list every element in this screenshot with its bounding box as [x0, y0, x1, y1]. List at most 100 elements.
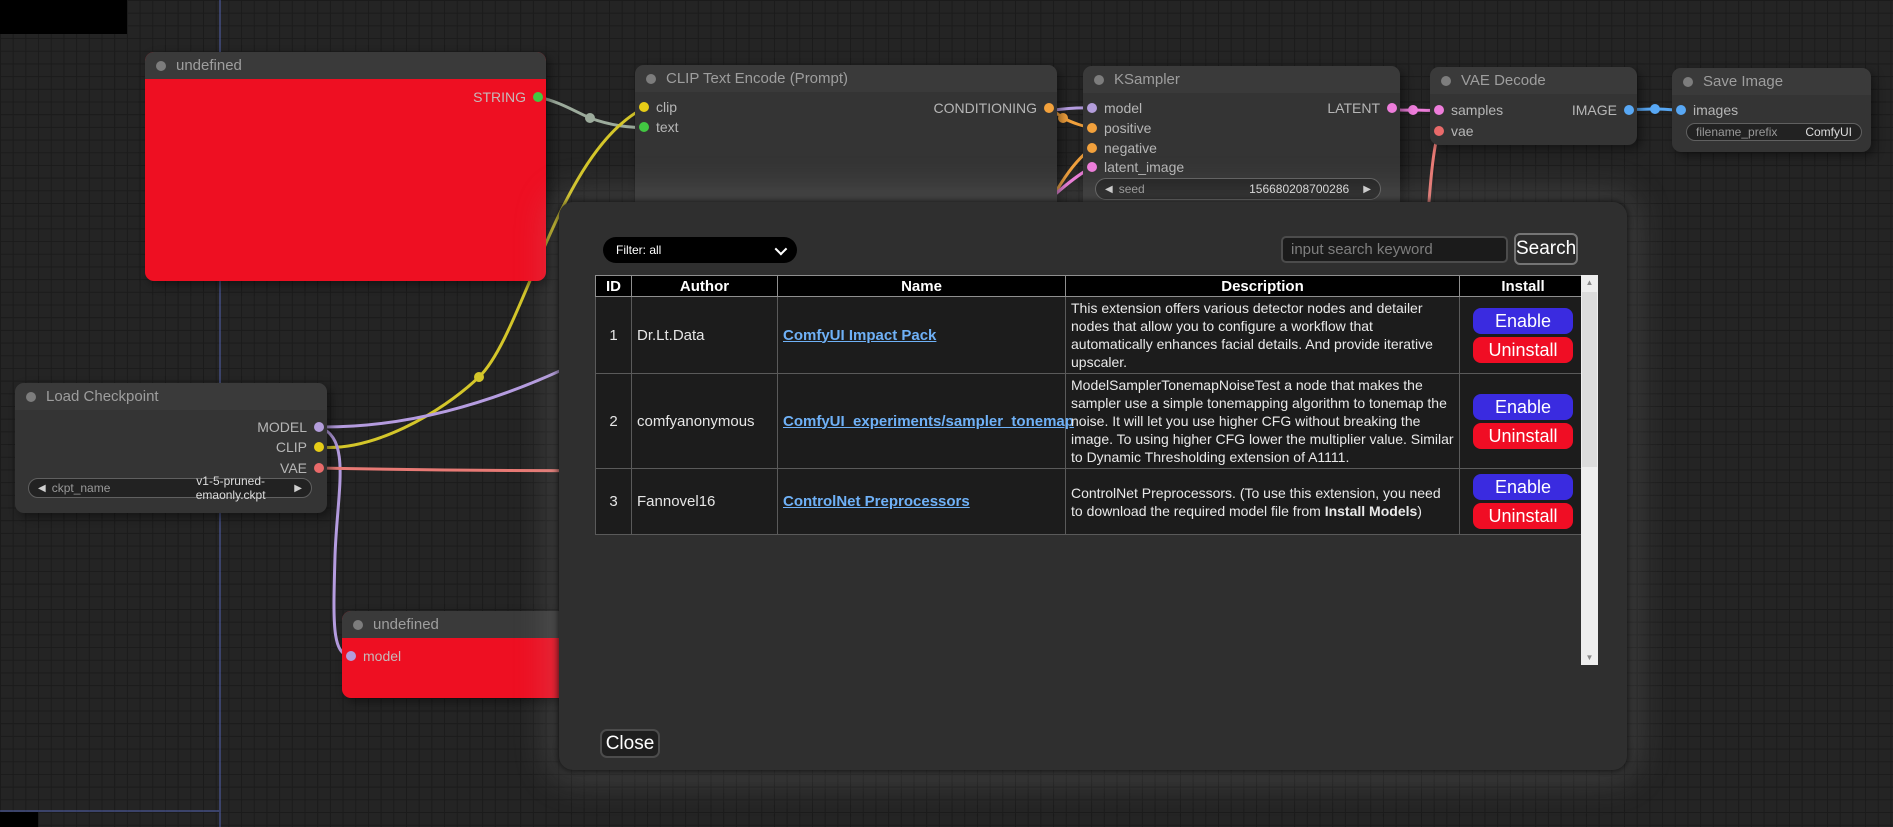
input-port-clip[interactable]: clip [639, 97, 677, 117]
enable-button[interactable]: Enable [1473, 308, 1573, 334]
port-label: MODEL [257, 419, 307, 435]
reroute-dot-string[interactable] [585, 113, 595, 123]
node-title: undefined [373, 616, 439, 633]
widget-label: ckpt_name [52, 481, 167, 495]
port-dot-conditioning[interactable] [1044, 103, 1054, 113]
extension-link[interactable]: ComfyUI Impact Pack [783, 327, 936, 344]
increment-arrow-icon[interactable]: ▶ [1363, 184, 1371, 195]
port-dot-clip[interactable] [639, 102, 649, 112]
extension-link[interactable]: ControlNet Preprocessors [783, 493, 970, 510]
widget-label: seed [1119, 182, 1235, 196]
output-port-image[interactable]: IMAGE [1572, 100, 1634, 120]
uninstall-button[interactable]: Uninstall [1473, 337, 1573, 363]
scrollbar-thumb[interactable] [1582, 292, 1597, 467]
node-title: undefined [176, 57, 242, 74]
port-dot-latent[interactable] [1387, 103, 1397, 113]
collapse-dot-icon[interactable] [156, 61, 166, 71]
comfyui-canvas[interactable]: undefined STRING CLIP Text Encode (Promp… [0, 0, 1893, 827]
node-header[interactable]: Load Checkpoint [15, 383, 327, 410]
collapse-dot-icon[interactable] [1441, 76, 1451, 86]
increment-arrow-icon[interactable]: ▶ [294, 483, 302, 494]
node-ksampler[interactable]: KSampler model positive negative latent_… [1083, 66, 1400, 216]
port-label: STRING [473, 89, 526, 105]
canvas-corner-patch [0, 0, 127, 34]
decrement-arrow-icon[interactable]: ◀ [38, 483, 46, 494]
custom-nodes-manager-dialog: Filter: all Search IDAuthorNameDescripti… [559, 202, 1627, 770]
output-port-model[interactable]: MODEL [257, 417, 324, 437]
enable-button[interactable]: Enable [1473, 474, 1573, 500]
input-port-negative[interactable]: negative [1087, 138, 1157, 158]
extensions-table-wrap: IDAuthorNameDescriptionInstall 1Dr.Lt.Da… [595, 275, 1581, 535]
input-port-vae[interactable]: vae [1434, 121, 1474, 141]
output-port-string[interactable]: STRING [473, 87, 543, 107]
collapse-dot-icon[interactable] [353, 620, 363, 630]
collapse-dot-icon[interactable] [1094, 75, 1104, 85]
collapse-dot-icon[interactable] [1683, 77, 1693, 87]
extensions-table: IDAuthorNameDescriptionInstall 1Dr.Lt.Da… [595, 275, 1587, 535]
input-port-text[interactable]: text [639, 117, 679, 137]
port-dot-model[interactable] [1087, 103, 1097, 113]
port-label: model [363, 648, 401, 664]
uninstall-button[interactable]: Uninstall [1473, 503, 1573, 529]
output-port-clip[interactable]: CLIP [276, 437, 324, 457]
node-vae-decode[interactable]: VAE Decode samples vae IMAGE [1430, 67, 1637, 145]
extension-link[interactable]: ComfyUI_experiments/sampler_tonemap [783, 413, 1074, 430]
output-port-conditioning[interactable]: CONDITIONING [934, 98, 1054, 118]
seed-widget[interactable]: ◀ seed 156680208700286 ▶ [1095, 178, 1381, 200]
reroute-dot-conditioning[interactable] [1058, 113, 1068, 123]
port-dot-model[interactable] [346, 651, 356, 661]
enable-button[interactable]: Enable [1473, 394, 1573, 420]
reroute-dot-latent[interactable] [1408, 105, 1418, 115]
input-port-latent-image[interactable]: latent_image [1087, 157, 1184, 177]
port-dot-model[interactable] [314, 422, 324, 432]
port-dot-vae[interactable] [314, 463, 324, 473]
port-dot-latent-image[interactable] [1087, 162, 1097, 172]
port-dot-positive[interactable] [1087, 123, 1097, 133]
node-save-image[interactable]: Save Image images filename_prefix ComfyU… [1672, 68, 1871, 152]
uninstall-button[interactable]: Uninstall [1473, 423, 1573, 449]
cell-description: ModelSamplerTonemapNoiseTest a node that… [1066, 374, 1460, 469]
port-dot-vae[interactable] [1434, 126, 1444, 136]
port-dot-string[interactable] [533, 92, 543, 102]
close-button[interactable]: Close [600, 729, 660, 758]
reroute-dot-clip[interactable] [474, 372, 484, 382]
node-title: Save Image [1703, 73, 1783, 90]
node-header[interactable]: CLIP Text Encode (Prompt) [635, 65, 1057, 92]
node-header[interactable]: KSampler [1083, 66, 1400, 93]
node-header[interactable]: undefined [145, 52, 546, 79]
port-dot-images[interactable] [1676, 105, 1686, 115]
port-dot-clip[interactable] [314, 442, 324, 452]
filter-select[interactable]: Filter: all [603, 237, 797, 263]
scrollbar-up-arrow-icon[interactable]: ▲ [1581, 275, 1598, 290]
search-button[interactable]: Search [1514, 233, 1578, 265]
collapse-dot-icon[interactable] [26, 392, 36, 402]
filename-prefix-widget[interactable]: filename_prefix ComfyUI [1686, 123, 1862, 141]
port-dot-image[interactable] [1624, 105, 1634, 115]
input-port-positive[interactable]: positive [1087, 118, 1151, 138]
node-load-checkpoint[interactable]: Load Checkpoint MODEL CLIP VAE ◀ ckpt_na… [15, 383, 327, 513]
port-label: samples [1451, 102, 1503, 118]
reroute-dot-image[interactable] [1650, 104, 1660, 114]
ckpt-name-widget[interactable]: ◀ ckpt_name v1-5-pruned-emaonly.ckpt ▶ [28, 478, 312, 498]
cell-author: Fannovel16 [632, 469, 778, 535]
collapse-dot-icon[interactable] [646, 74, 656, 84]
table-scrollbar[interactable]: ▲ ▼ [1581, 275, 1598, 665]
output-port-latent[interactable]: LATENT [1327, 98, 1397, 118]
input-port-model[interactable]: model [1087, 98, 1142, 118]
port-dot-negative[interactable] [1087, 143, 1097, 153]
port-label: positive [1104, 120, 1151, 136]
node-header[interactable]: VAE Decode [1430, 67, 1637, 94]
cell-install: Enable Uninstall [1460, 469, 1587, 535]
port-dot-text[interactable] [639, 122, 649, 132]
decrement-arrow-icon[interactable]: ◀ [1105, 184, 1113, 195]
cell-id: 3 [596, 469, 632, 535]
node-clip-text-encode[interactable]: CLIP Text Encode (Prompt) clip text COND… [635, 65, 1057, 225]
input-port-model[interactable]: model [346, 646, 401, 666]
port-dot-samples[interactable] [1434, 105, 1444, 115]
search-input[interactable] [1281, 236, 1508, 263]
node-undefined-top[interactable]: undefined STRING [145, 52, 546, 281]
input-port-images[interactable]: images [1676, 100, 1738, 120]
node-header[interactable]: Save Image [1672, 68, 1871, 95]
scrollbar-down-arrow-icon[interactable]: ▼ [1581, 650, 1598, 665]
input-port-samples[interactable]: samples [1434, 100, 1503, 120]
